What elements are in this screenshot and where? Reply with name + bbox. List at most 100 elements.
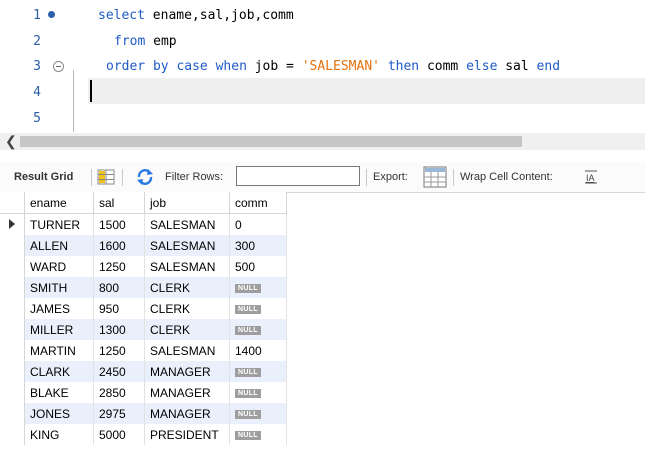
cell-sal[interactable]: 2450 bbox=[93, 361, 145, 382]
svg-text:IA: IA bbox=[586, 173, 595, 183]
cell-ename[interactable]: JONES bbox=[24, 403, 94, 424]
table-row[interactable]: MILLER 1300 CLERK NULL bbox=[0, 319, 287, 340]
table-row[interactable]: WARD 1250 SALESMAN 500 bbox=[0, 256, 287, 277]
table-row[interactable]: BLAKE 2850 MANAGER NULL bbox=[0, 382, 287, 403]
cell-comm[interactable]: NULL bbox=[229, 319, 287, 340]
cell-sal[interactable]: 1300 bbox=[93, 319, 145, 340]
cell-comm[interactable]: 0 bbox=[229, 213, 287, 235]
cell-sal[interactable]: 2850 bbox=[93, 382, 145, 403]
cell-job[interactable]: CLERK bbox=[144, 319, 230, 340]
fold-icon[interactable] bbox=[53, 61, 64, 72]
cell-sal[interactable]: 1250 bbox=[93, 256, 145, 277]
null-badge: NULL bbox=[235, 367, 261, 377]
export-icon[interactable] bbox=[423, 166, 447, 191]
cell-job[interactable]: MANAGER bbox=[144, 403, 230, 424]
row-header bbox=[0, 340, 25, 361]
cell-sal[interactable]: 1500 bbox=[93, 213, 145, 235]
code-text: select ename,sal,job,comm bbox=[98, 8, 294, 23]
row-header-corner bbox=[0, 192, 25, 214]
table-row[interactable]: KING 5000 PRESIDENT NULL bbox=[0, 424, 287, 445]
filter-rows-input[interactable] bbox=[236, 166, 360, 186]
editor-horizontal-scrollbar[interactable]: ❮ bbox=[0, 133, 645, 150]
cell-comm[interactable]: 300 bbox=[229, 235, 287, 256]
column-header-comm[interactable]: comm bbox=[229, 192, 287, 214]
table-row[interactable]: MARTIN 1250 SALESMAN 1400 bbox=[0, 340, 287, 361]
cell-value: MANAGER bbox=[150, 364, 211, 379]
null-badge: NULL bbox=[235, 409, 261, 419]
cell-comm[interactable]: NULL bbox=[229, 403, 287, 424]
cell-job[interactable]: MANAGER bbox=[144, 361, 230, 382]
row-header bbox=[0, 235, 25, 256]
table-row[interactable]: ALLEN 1600 SALESMAN 300 bbox=[0, 235, 287, 256]
cell-value: MILLER bbox=[30, 322, 74, 337]
cell-value: MANAGER bbox=[150, 385, 211, 400]
cell-value: 300 bbox=[235, 238, 256, 253]
cell-value: CLERK bbox=[150, 280, 191, 295]
scroll-left-icon[interactable]: ❮ bbox=[5, 133, 17, 150]
line-number: 5 bbox=[33, 111, 41, 126]
cell-value: 950 bbox=[99, 301, 120, 316]
wrap-cell-icon[interactable]: IA bbox=[584, 170, 598, 187]
table-row[interactable]: TURNER 1500 SALESMAN 0 bbox=[0, 213, 287, 235]
column-header-sal[interactable]: sal bbox=[93, 192, 145, 214]
cell-value: 5000 bbox=[99, 427, 126, 442]
cell-comm[interactable]: NULL bbox=[229, 424, 287, 445]
cell-sal[interactable]: 800 bbox=[93, 277, 145, 298]
cell-job[interactable]: CLERK bbox=[144, 298, 230, 319]
result-grid-tab[interactable]: Result Grid bbox=[14, 162, 73, 192]
cell-job[interactable]: PRESIDENT bbox=[144, 424, 230, 445]
scrollbar-thumb[interactable] bbox=[20, 136, 522, 147]
grid-layout-icon[interactable] bbox=[97, 169, 115, 188]
breakpoint-dot-icon[interactable] bbox=[48, 11, 55, 18]
table-row[interactable]: CLARK 2450 MANAGER NULL bbox=[0, 361, 287, 382]
cell-value: ALLEN bbox=[30, 238, 69, 253]
cell-value: 1300 bbox=[99, 322, 126, 337]
cell-ename[interactable]: JAMES bbox=[24, 298, 94, 319]
editor-line-3: 3 order by case when job = 'SALESMAN' th… bbox=[0, 54, 645, 80]
null-badge: NULL bbox=[235, 304, 261, 314]
column-header-ename[interactable]: ename bbox=[24, 192, 94, 214]
cell-ename[interactable]: WARD bbox=[24, 256, 94, 277]
cell-job[interactable]: SALESMAN bbox=[144, 256, 230, 277]
separator bbox=[91, 169, 92, 186]
table-row[interactable]: JAMES 950 CLERK NULL bbox=[0, 298, 287, 319]
refresh-icon[interactable] bbox=[135, 168, 155, 189]
row-header bbox=[0, 319, 25, 340]
cell-comm[interactable]: NULL bbox=[229, 382, 287, 403]
line-number: 2 bbox=[33, 34, 41, 49]
cell-ename[interactable]: BLAKE bbox=[24, 382, 94, 403]
cell-value: CLERK bbox=[150, 322, 191, 337]
table-row[interactable]: JONES 2975 MANAGER NULL bbox=[0, 403, 287, 424]
cell-ename[interactable]: TURNER bbox=[24, 213, 94, 235]
cell-value: 2850 bbox=[99, 385, 126, 400]
cell-sal[interactable]: 1600 bbox=[93, 235, 145, 256]
cell-sal[interactable]: 1250 bbox=[93, 340, 145, 361]
cell-job[interactable]: CLERK bbox=[144, 277, 230, 298]
table-body: TURNER 1500 SALESMAN 0 ALLEN 1600 SALESMAN 300 W… bbox=[0, 213, 287, 445]
cell-sal[interactable]: 5000 bbox=[93, 424, 145, 445]
cell-value: SMITH bbox=[30, 280, 68, 295]
cell-comm[interactable]: 1400 bbox=[229, 340, 287, 361]
cell-job[interactable]: SALESMAN bbox=[144, 340, 230, 361]
cell-ename[interactable]: SMITH bbox=[24, 277, 94, 298]
cell-sal[interactable]: 2975 bbox=[93, 403, 145, 424]
cell-comm[interactable]: NULL bbox=[229, 277, 287, 298]
cell-value: 1400 bbox=[235, 343, 262, 358]
cell-sal[interactable]: 950 bbox=[93, 298, 145, 319]
cell-ename[interactable]: ALLEN bbox=[24, 235, 94, 256]
cell-comm[interactable]: 500 bbox=[229, 256, 287, 277]
cell-ename[interactable]: CLARK bbox=[24, 361, 94, 382]
cell-job[interactable]: MANAGER bbox=[144, 382, 230, 403]
table-row[interactable]: SMITH 800 CLERK NULL bbox=[0, 277, 287, 298]
cell-job[interactable]: SALESMAN bbox=[144, 235, 230, 256]
cell-ename[interactable]: KING bbox=[24, 424, 94, 445]
cell-job[interactable]: SALESMAN bbox=[144, 213, 230, 235]
cell-comm[interactable]: NULL bbox=[229, 298, 287, 319]
table-header-row: ename sal job comm bbox=[0, 192, 287, 214]
cell-ename[interactable]: MILLER bbox=[24, 319, 94, 340]
cell-comm[interactable]: NULL bbox=[229, 361, 287, 382]
cell-value: SALESMAN bbox=[150, 217, 216, 232]
column-header-job[interactable]: job bbox=[144, 192, 230, 214]
sql-editor[interactable]: 1 select ename,sal,job,comm 2 from emp 3… bbox=[0, 0, 645, 133]
cell-ename[interactable]: MARTIN bbox=[24, 340, 94, 361]
